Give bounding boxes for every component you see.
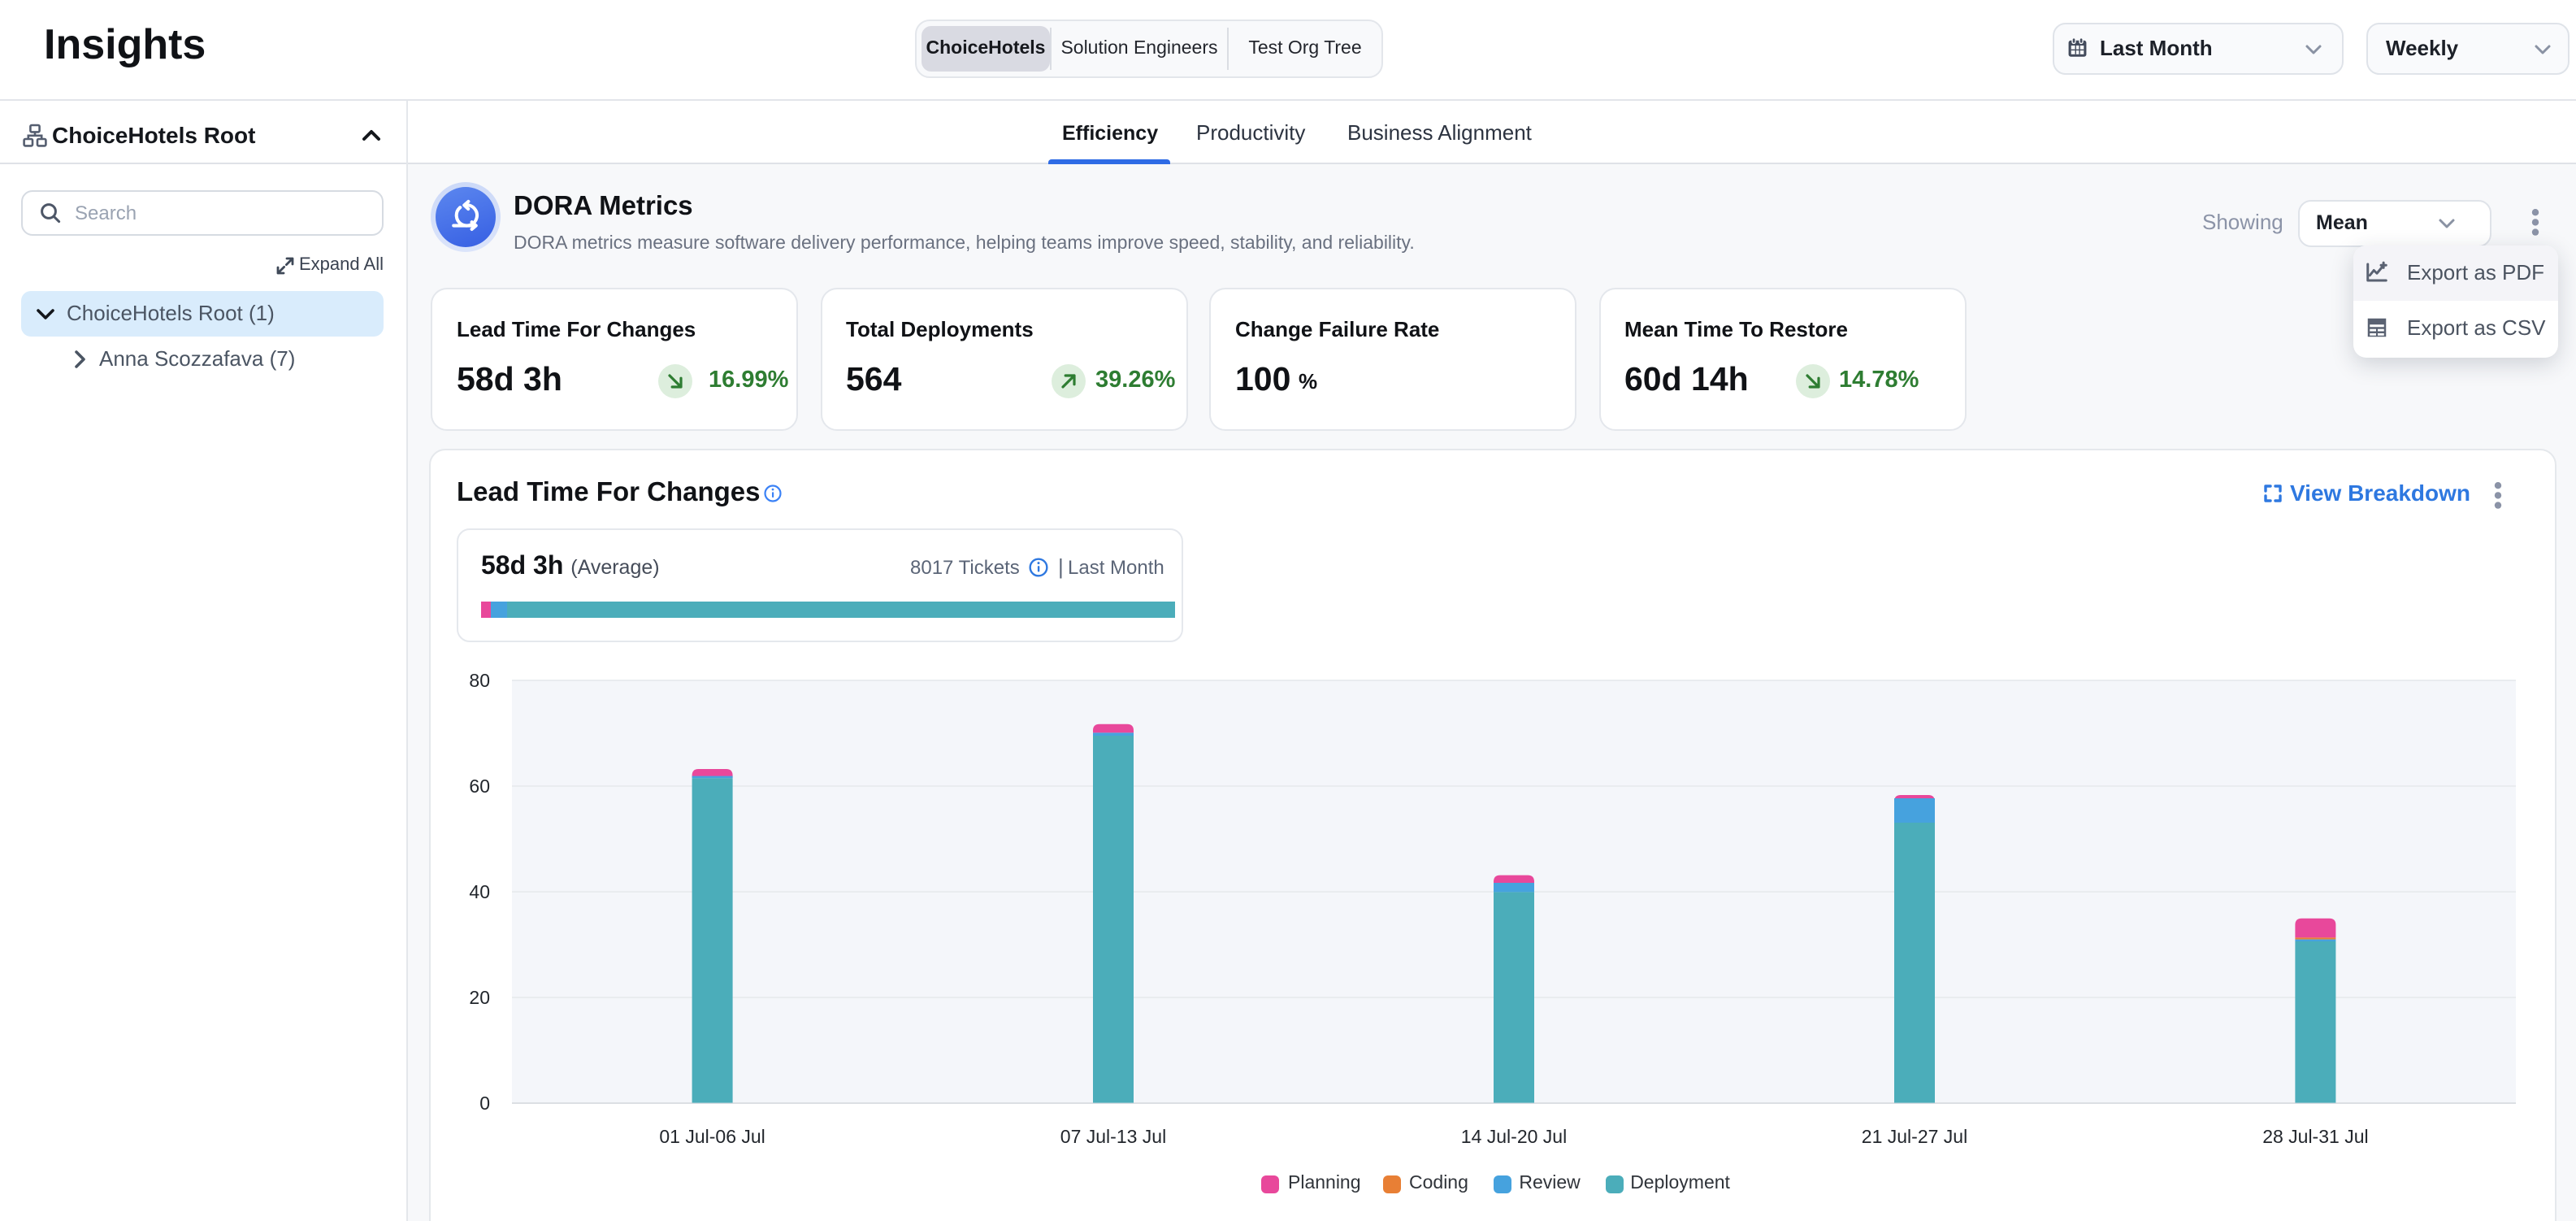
svg-text:80: 80 [469,670,490,691]
svg-text:14 Jul-20 Jul: 14 Jul-20 Jul [1461,1126,1567,1147]
svg-text:60: 60 [469,776,490,797]
svg-text:20: 20 [469,987,490,1008]
svg-text:21 Jul-27 Jul: 21 Jul-27 Jul [1862,1126,1967,1147]
svg-text:07 Jul-13 Jul: 07 Jul-13 Jul [1060,1126,1166,1147]
svg-text:40: 40 [469,881,490,902]
svg-text:0: 0 [479,1093,490,1114]
svg-text:01 Jul-06 Jul: 01 Jul-06 Jul [659,1126,765,1147]
svg-text:28 Jul-31 Jul: 28 Jul-31 Jul [2262,1126,2368,1147]
